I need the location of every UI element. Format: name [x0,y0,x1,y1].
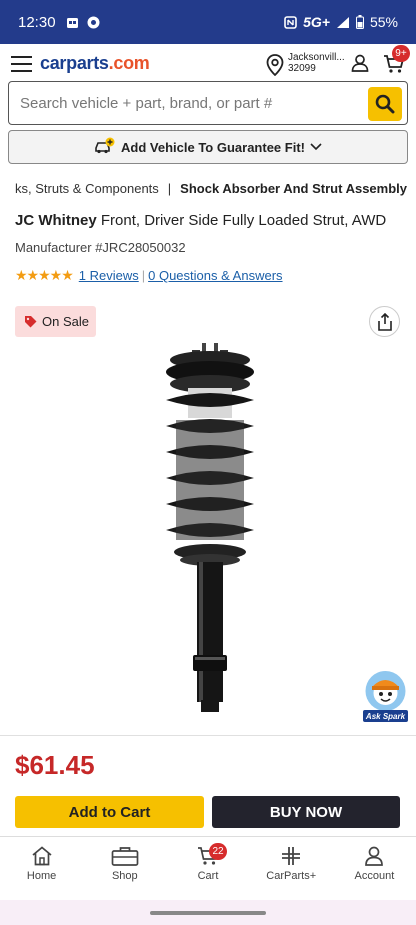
signal-icon [336,16,349,28]
menu-icon[interactable] [11,56,32,72]
share-icon [377,312,392,331]
location-text: Jacksonvill... 32099 [288,52,345,74]
home-icon [32,846,52,866]
price-tag-icon [25,316,37,328]
battery-percent: 55% [369,14,398,30]
search-button[interactable] [368,87,402,121]
add-to-cart-button[interactable]: Add to Cart [15,796,204,828]
search-input[interactable] [20,94,350,112]
nav-carparts-plus[interactable]: CarParts+ [250,837,333,900]
section-divider [0,735,416,736]
search-icon [375,94,395,114]
share-button[interactable] [369,306,400,337]
carparts-plus-icon [282,847,301,865]
car-plus-icon [95,137,115,154]
battery-icon [355,15,364,29]
breadcrumb: ks, Struts & Components | Shock Absorber A… [15,181,416,196]
breadcrumb-parent[interactable]: ks, Struts & Components [15,181,159,196]
status-system-icons: 5G+ 55% [284,14,398,30]
logo-text: carparts [40,53,109,73]
account-icon[interactable] [351,54,369,72]
nav-shop[interactable]: Shop [83,837,166,900]
toolbox-icon [111,847,139,866]
product-price: $61.45 [15,750,95,780]
add-vehicle-button[interactable]: Add Vehicle To Guarantee Fit! [8,130,408,164]
chevron-down-icon [310,143,322,151]
product-title: JC Whitney Front, Driver Side Fully Load… [15,212,405,229]
buy-now-button[interactable]: BUY NOW [212,796,400,828]
breadcrumb-separator: | [167,181,172,196]
status-notification-icons [66,16,100,29]
ratings-row: ★★★★★ 1 Reviews | 0 Questions & Answers [15,267,283,284]
cart-count-badge: 9+ [392,45,410,62]
bottom-navigation: Home Shop Cart 22 CarParts+ Account [0,836,416,900]
add-vehicle-label: Add Vehicle To Guarantee Fit! [121,139,305,155]
nav-account[interactable]: Account [333,837,416,900]
product-title-text: Front, Driver Side Fully Loaded Strut, A… [96,212,387,229]
location-pin-icon [266,54,284,76]
calendar-icon [66,17,78,28]
nav-carparts-plus-label: CarParts+ [266,870,317,882]
product-brand: JC Whitney [15,212,97,229]
gesture-handle[interactable] [150,911,266,915]
on-sale-label: On Sale [42,314,89,329]
nav-cart-label: Cart [197,870,219,882]
ask-spark-label[interactable]: Ask Spark [363,710,408,722]
manufacturer-number: Manufacturer #JRC28050032 [15,240,186,255]
chrome-icon [87,16,100,28]
carparts-logo[interactable]: carparts.com [40,53,150,74]
status-time: 12:30 [18,13,56,31]
questions-link[interactable]: 0 Questions & Answers [148,268,282,283]
ratings-separator: | [141,268,146,283]
location-zip: 32099 [288,63,316,74]
nav-account-label: Account [354,870,395,882]
nav-shop-label: Shop [111,870,138,882]
breadcrumb-current: Shock Absorber And Strut Assembly [180,181,407,196]
nfc-icon [284,15,297,29]
app-header: carparts.com Jacksonvill... 32099 [0,44,416,84]
logo-suffix: .com [108,53,150,73]
location-selector[interactable]: Jacksonvill... 32099 [266,52,345,76]
product-image[interactable] [150,340,270,715]
status-bar: 12:30 5G+ 55% [0,0,416,44]
reviews-link[interactable]: 1 Reviews [79,268,139,283]
nav-cart-badge: 22 [209,843,227,860]
nav-home[interactable]: Home [0,837,83,900]
rating-stars: ★★★★★ [15,267,74,283]
user-icon [365,846,384,866]
search-bar [8,81,408,125]
nav-cart[interactable]: Cart 22 [166,837,249,900]
on-sale-badge: On Sale [15,306,96,337]
location-city: Jacksonvill... [288,52,345,63]
network-type: 5G+ [303,14,330,30]
nav-home-label: Home [26,870,57,882]
